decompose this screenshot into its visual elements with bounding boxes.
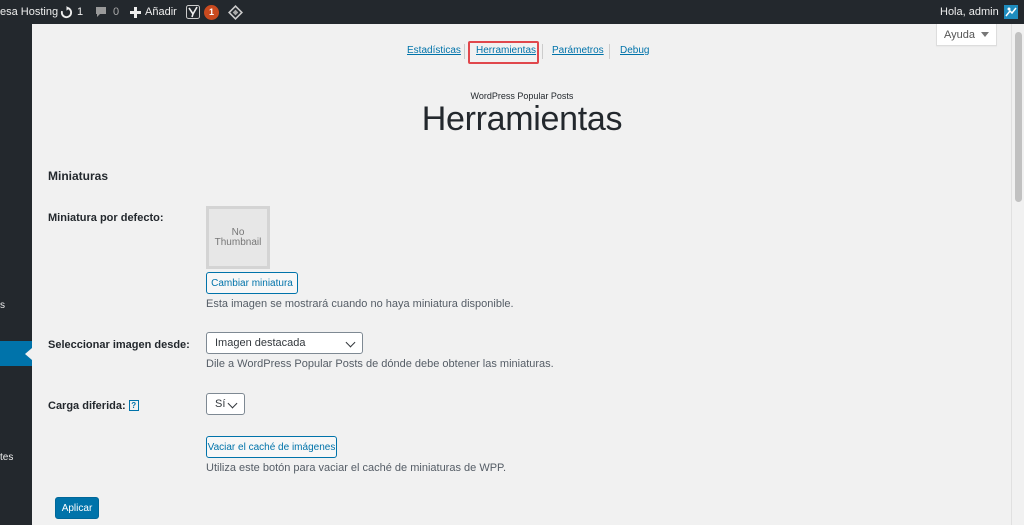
scrollbar-thumb[interactable]: [1015, 32, 1022, 202]
change-thumbnail-button[interactable]: Cambiar miniatura: [206, 272, 298, 294]
updates-count: 1: [77, 6, 84, 18]
tab-divider: [609, 44, 610, 59]
tab-tools[interactable]: Herramientas: [476, 45, 536, 56]
cache-description: Utiliza este botón para vaciar el caché …: [206, 462, 507, 474]
thumbnail-description: Esta imagen se mostrará cuando no haya m…: [206, 298, 514, 310]
chevron-down-icon: [345, 337, 356, 348]
image-source-value: Imagen destacada: [215, 337, 306, 349]
image-source-select[interactable]: Imagen destacada: [206, 332, 363, 354]
lazy-load-label: Carga diferida:: [48, 400, 126, 412]
section-title: Miniaturas: [48, 169, 109, 183]
help-tab-label: Ayuda: [944, 28, 975, 41]
clear-image-cache-button[interactable]: Vaciar el caché de imágenes: [206, 436, 337, 458]
chevron-down-icon: [227, 398, 238, 409]
scrollbar[interactable]: [1011, 24, 1024, 525]
tab-debug[interactable]: Debug: [620, 45, 649, 56]
help-icon[interactable]: ?: [128, 400, 139, 411]
lazy-load-label-row: Carga diferida:?: [48, 400, 139, 412]
yoast-icon: [186, 5, 200, 19]
diamond-icon: [228, 4, 243, 20]
comments-link[interactable]: 0: [95, 0, 119, 24]
updates-link[interactable]: 1: [60, 0, 83, 24]
tab-settings[interactable]: Parámetros: [552, 45, 604, 56]
sidebar-item-fragment[interactable]: s: [0, 300, 5, 311]
tab-divider: [464, 44, 465, 59]
image-source-description: Dile a WordPress Popular Posts de dónde …: [206, 358, 554, 370]
thumbnail-preview: No Thumbnail: [206, 206, 270, 269]
add-new-label: Añadir: [145, 6, 177, 18]
yoast-badge: 1: [204, 4, 219, 20]
apply-button[interactable]: Aplicar: [55, 497, 99, 519]
thumbnail-placeholder-line2: Thumbnail: [214, 236, 262, 248]
comments-count: 0: [113, 6, 120, 18]
my-account-menu[interactable]: Hola, admin: [940, 0, 1018, 24]
thumbnail-placeholder-line1: No: [231, 226, 245, 238]
avatar: [1003, 5, 1018, 19]
admin-sidebar: s tes: [0, 24, 32, 525]
yoast-menu[interactable]: 1: [186, 0, 219, 24]
default-thumbnail-label: Miniatura por defecto:: [48, 212, 164, 224]
plus-icon: [130, 6, 141, 18]
plugin-tabs: Estadísticas Herramientas Parámetros Deb…: [0, 40, 1011, 64]
active-indicator: [25, 348, 32, 360]
refresh-icon: [60, 5, 73, 18]
tab-statistics[interactable]: Estadísticas: [407, 45, 461, 56]
caret-down-icon: [981, 32, 989, 37]
site-name: esa Hosting: [0, 6, 59, 18]
tab-divider: [542, 44, 543, 59]
plugin-diamond-menu[interactable]: [228, 0, 243, 24]
greeting: Hola, admin: [940, 6, 999, 18]
admin-bar: esa Hosting 1 0 Añadir 1 Hola, admin: [0, 0, 1024, 24]
lazy-load-select[interactable]: Sí: [206, 393, 245, 415]
sidebar-item-fragment[interactable]: tes: [0, 452, 13, 463]
page-title: Herramientas: [421, 100, 623, 138]
lazy-load-value: Sí: [215, 398, 226, 410]
site-name-link[interactable]: esa Hosting: [0, 0, 58, 24]
add-new-link[interactable]: Añadir: [130, 0, 177, 24]
image-source-label: Seleccionar imagen desde:: [48, 339, 190, 351]
comment-icon: [96, 7, 106, 17]
